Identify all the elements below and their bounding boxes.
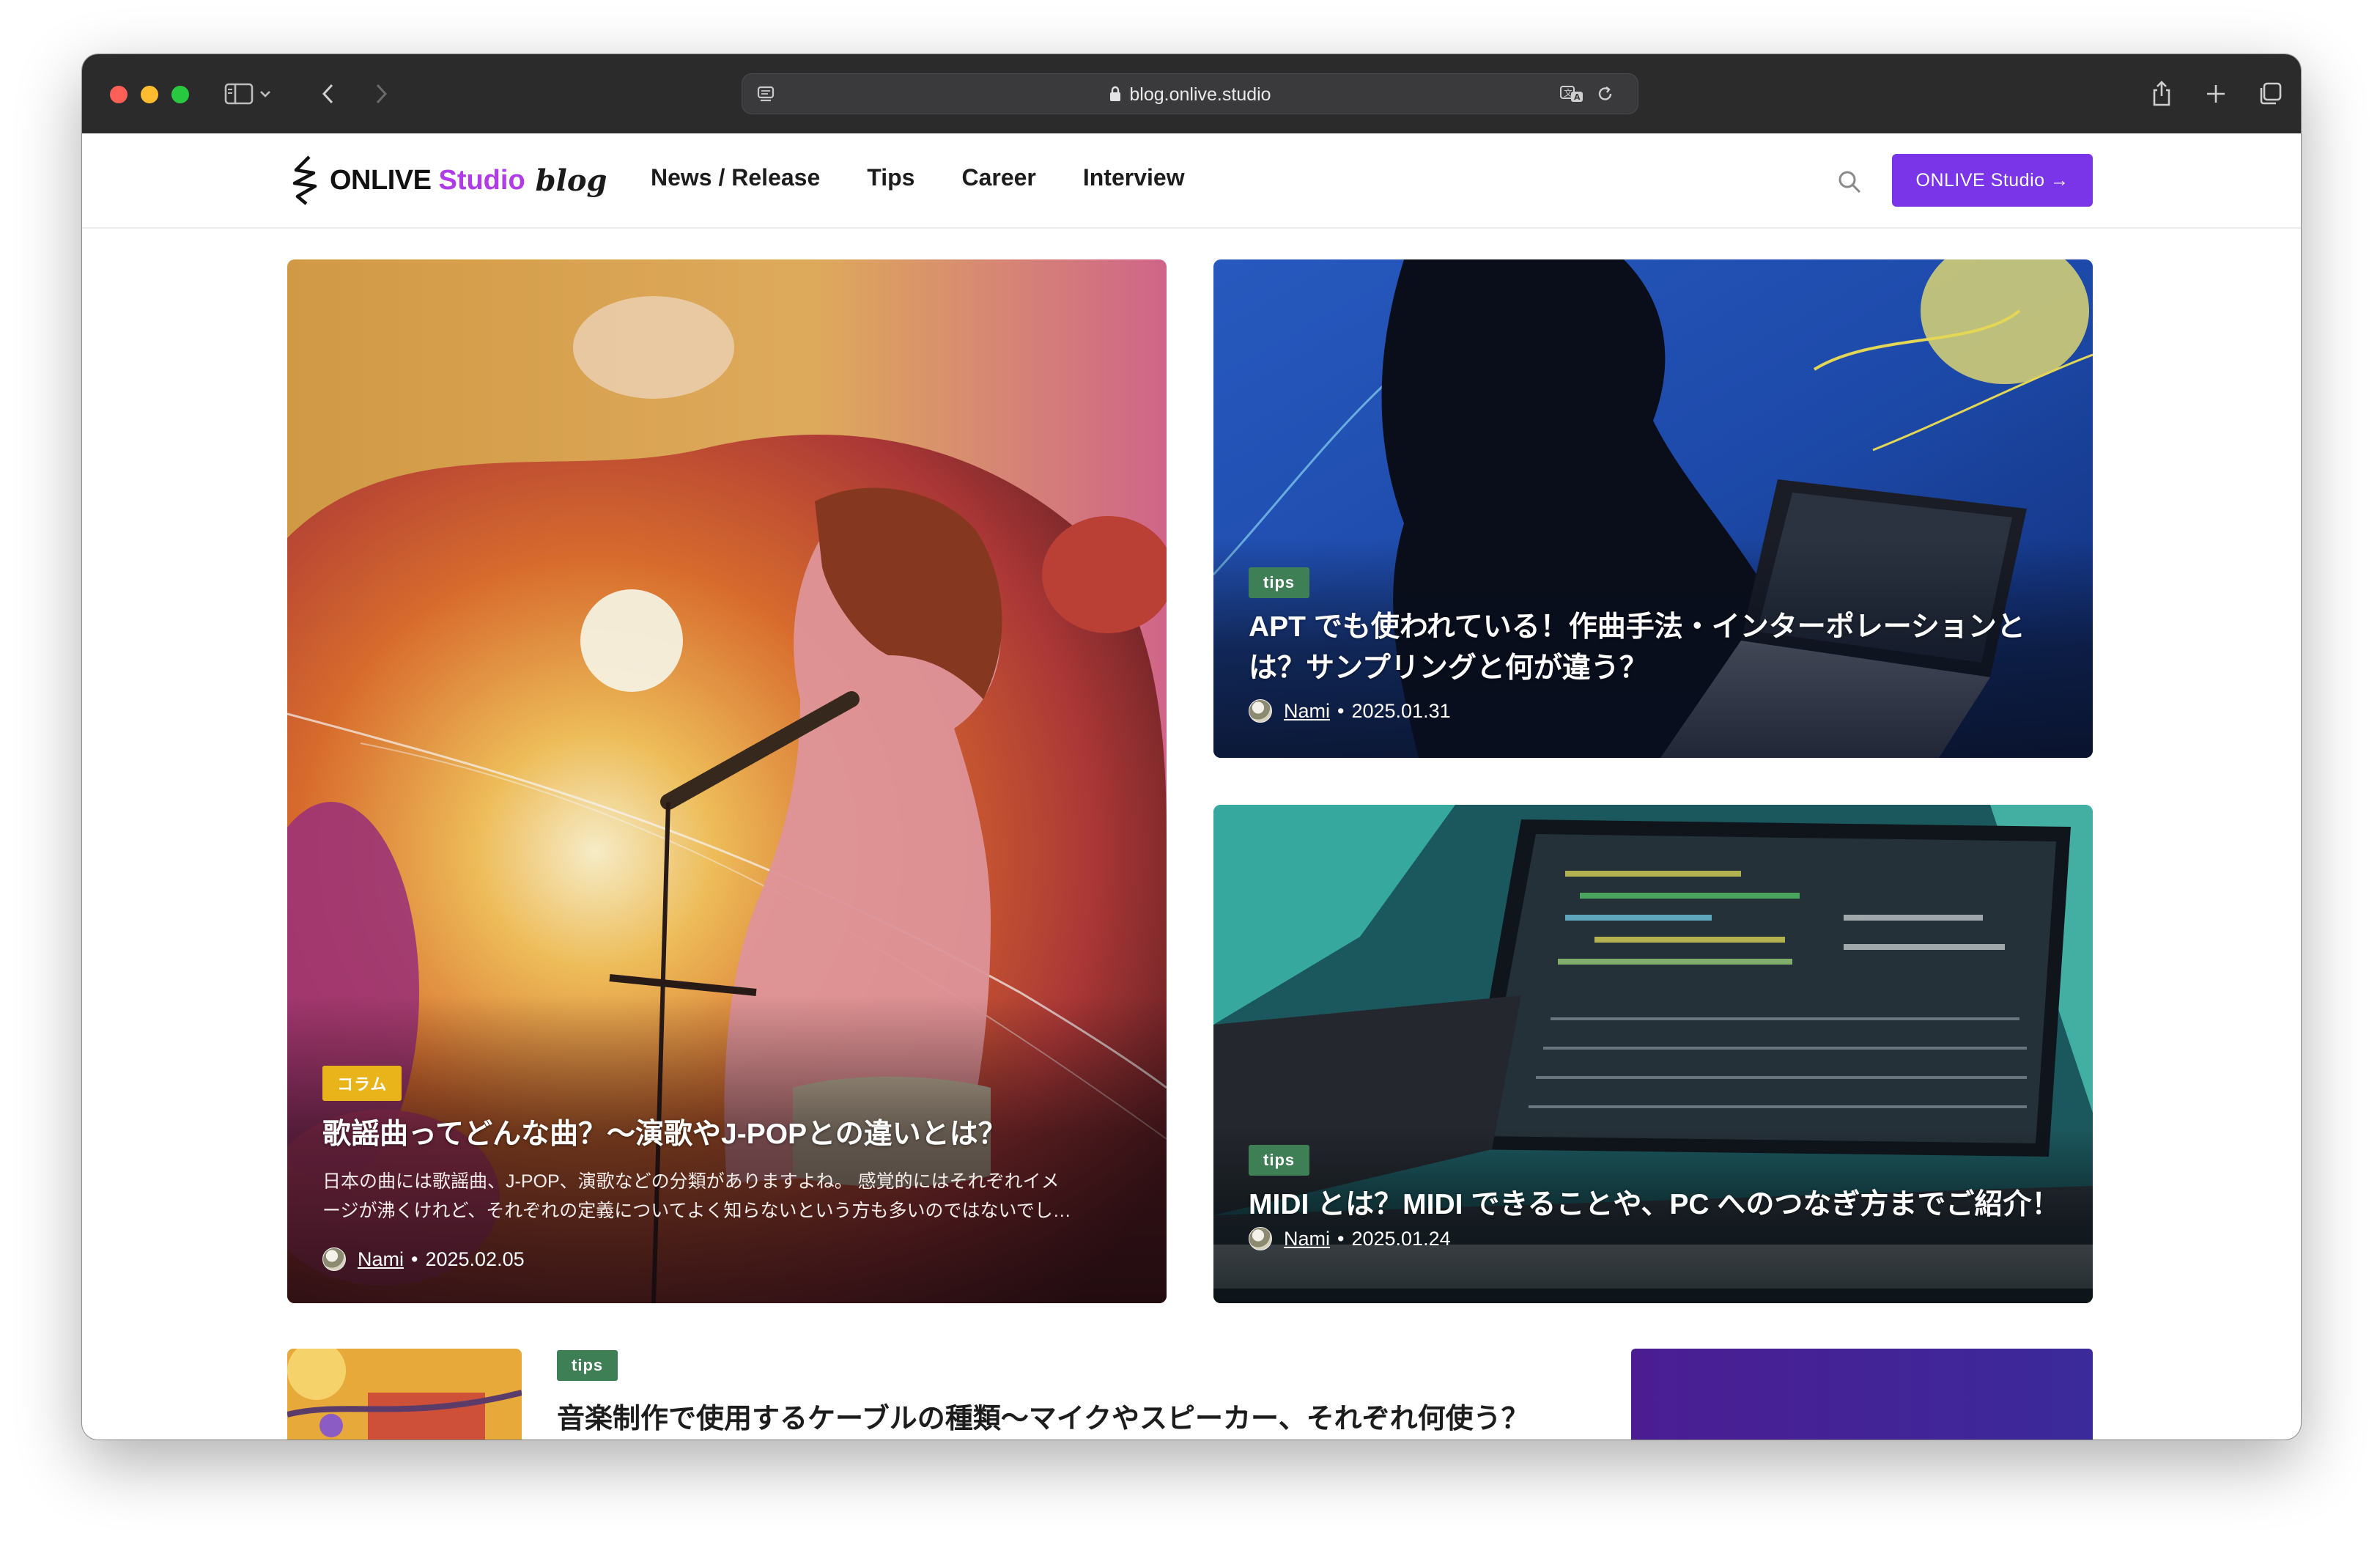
- meta-separator: •: [1337, 1227, 1345, 1250]
- site-header: ONLIVE Studio blog News / Release Tips C…: [82, 133, 2301, 229]
- article-meta: Nami • 2025.01.24: [1249, 1227, 2063, 1250]
- article-meta: Nami • 2025.01.31: [1249, 699, 2063, 723]
- list-article-thumbnail[interactable]: [287, 1349, 522, 1440]
- article-title[interactable]: 歌謡曲ってどんな曲？～演歌やJ-POPとの違いとは？: [322, 1114, 1137, 1155]
- nav-interview[interactable]: Interview: [1083, 164, 1185, 191]
- category-tag[interactable]: tips: [1249, 1145, 1310, 1176]
- article-image: [287, 1349, 522, 1440]
- category-tag[interactable]: tips: [1249, 567, 1310, 598]
- author-avatar: [322, 1247, 346, 1271]
- article-date: 2025.01.24: [1351, 1227, 1451, 1250]
- featured-article-card[interactable]: tips MIDI とは？MIDI できることや、PC へのつなぎ方までご紹介！…: [1213, 805, 2093, 1303]
- browser-window: blog.onlive.studio 文A ONLIVE Studio blog…: [82, 54, 2301, 1440]
- logo-brand: ONLIVE: [330, 164, 432, 196]
- close-window-button[interactable]: [110, 86, 128, 103]
- site-logo[interactable]: ONLIVE Studio blog: [287, 151, 607, 210]
- title-line: APT でも使われている！作曲手法・インターポレーションと: [1249, 611, 2025, 643]
- card-content: tips APT でも使われている！作曲手法・インターポレーションと は？サンプ…: [1249, 567, 2063, 723]
- meta-separator: •: [411, 1247, 418, 1270]
- sidebar-banner[interactable]: [1631, 1349, 2093, 1440]
- article-title[interactable]: MIDI とは？MIDI できることや、PC へのつなぎ方までご紹介！: [1249, 1184, 2063, 1226]
- featured-article-card[interactable]: コラム 歌謡曲ってどんな曲？～演歌やJ-POPとの違いとは？ 日本の曲には歌謡曲…: [287, 259, 1167, 1303]
- author-link[interactable]: Nami: [1284, 700, 1330, 723]
- browser-toolbar: blog.onlive.studio 文A: [82, 54, 2301, 133]
- tab-overview-icon[interactable]: [2252, 76, 2288, 111]
- main-nav: News / Release Tips Career Interview: [651, 164, 1185, 191]
- article-title[interactable]: APT でも使われている！作曲手法・インターポレーションと は？サンプリングと何…: [1249, 607, 2063, 689]
- featured-article-card[interactable]: tips APT でも使われている！作曲手法・インターポレーションと は？サンプ…: [1213, 259, 2093, 758]
- list-article-title[interactable]: 音楽制作で使用するケーブルの種類～マイクやスピーカー、それぞれ何使う？: [557, 1396, 1529, 1436]
- url-value: blog.onlive.studio: [1129, 84, 1271, 105]
- forward-arrow-icon[interactable]: [363, 76, 399, 111]
- meta-separator: •: [1337, 699, 1345, 722]
- article-date: 2025.02.05: [425, 1247, 525, 1270]
- title-line: は？サンプリングと何が違う？: [1249, 652, 1648, 684]
- address-bar[interactable]: blog.onlive.studio 文A: [742, 73, 1638, 114]
- translate-icon[interactable]: 文A: [1559, 81, 1585, 108]
- back-arrow-icon[interactable]: [311, 76, 346, 111]
- reload-icon[interactable]: [1592, 81, 1619, 108]
- author-avatar: [1249, 699, 1272, 723]
- category-tag[interactable]: tips: [557, 1350, 618, 1381]
- nav-news-release[interactable]: News / Release: [651, 164, 820, 191]
- lock-icon: [1109, 75, 1122, 117]
- card-content: コラム 歌謡曲ってどんな曲？～演歌やJ-POPとの違いとは？ 日本の曲には歌謡曲…: [322, 1066, 1137, 1271]
- url-text: blog.onlive.studio: [742, 74, 1638, 115]
- onlive-studio-button[interactable]: ONLIVE Studio →: [1892, 154, 2093, 207]
- article-date: 2025.01.31: [1351, 699, 1451, 722]
- search-icon[interactable]: [1833, 166, 1866, 198]
- maximize-window-button[interactable]: [171, 86, 189, 103]
- excerpt-line: ージが沸くけれど、それぞれの定義についてよく知らないという方も多いのではないでし…: [322, 1201, 1071, 1221]
- logo-mark-icon: [292, 155, 317, 205]
- category-tag[interactable]: コラム: [322, 1066, 402, 1101]
- author-link[interactable]: Nami: [1284, 1228, 1330, 1250]
- article-meta: Nami • 2025.02.05: [322, 1247, 1137, 1271]
- author-link[interactable]: Nami: [358, 1248, 404, 1271]
- minimize-window-button[interactable]: [141, 86, 158, 103]
- svg-text:A: A: [1574, 92, 1581, 102]
- new-tab-icon[interactable]: [2198, 76, 2233, 111]
- article-excerpt: 日本の曲には歌謡曲、J-POP、演歌などの分類がありますよね。 感覚的にはそれぞ…: [322, 1167, 1137, 1226]
- sidebar-toggle-icon[interactable]: [221, 76, 256, 111]
- logo-blog: blog: [535, 163, 607, 198]
- chevron-down-icon[interactable]: [255, 76, 276, 111]
- excerpt-line: 日本の曲には歌謡曲、J-POP、演歌などの分類がありますよね。 感覚的にはそれぞ…: [322, 1171, 1060, 1192]
- author-avatar: [1249, 1227, 1272, 1250]
- share-icon[interactable]: [2144, 76, 2179, 111]
- nav-career[interactable]: Career: [961, 164, 1035, 191]
- nav-tips[interactable]: Tips: [867, 164, 914, 191]
- card-content: tips MIDI とは？MIDI できることや、PC へのつなぎ方までご紹介！…: [1249, 1145, 2063, 1250]
- logo-studio: Studio: [438, 164, 525, 196]
